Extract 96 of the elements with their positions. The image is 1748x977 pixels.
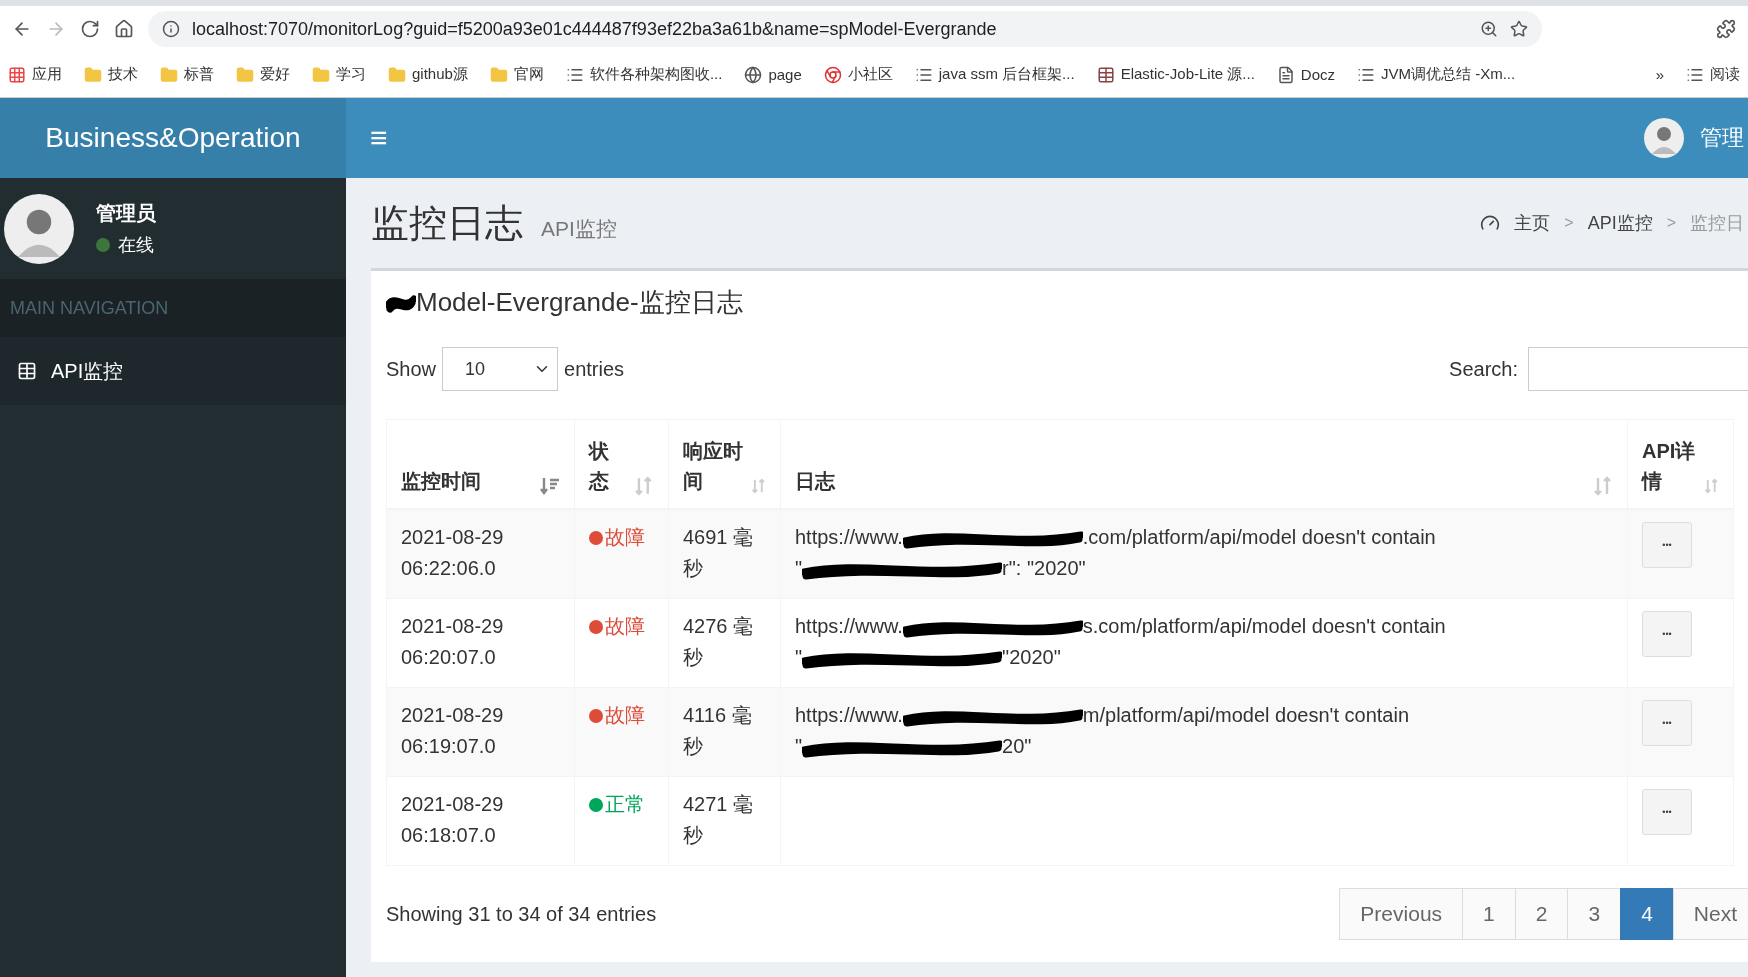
document-icon <box>1276 65 1295 84</box>
bookmark[interactable]: JVM调优总结 -Xm... <box>1357 65 1516 84</box>
star-icon[interactable] <box>1510 20 1528 38</box>
pagination-button[interactable]: 4 <box>1620 888 1674 940</box>
time-cell: 2021-08-29 06:22:06.0 <box>401 526 504 579</box>
response-time-cell: 4116 毫秒 <box>683 704 752 757</box>
folder-icon <box>388 65 406 84</box>
page-size-select[interactable]: 10 <box>442 347 559 391</box>
status-text: 正常 <box>605 792 645 817</box>
pagination-button[interactable]: 3 <box>1567 888 1622 940</box>
pagination-button[interactable]: 1 <box>1462 888 1516 940</box>
more-bookmarks[interactable]: » <box>1655 66 1664 83</box>
bookmark[interactable]: 标普 <box>160 65 214 84</box>
details-button[interactable]: ••• <box>1642 700 1692 746</box>
avatar <box>4 193 74 264</box>
status-text: 故障 <box>605 703 645 728</box>
bookmark[interactable]: java ssm 后台框架... <box>914 65 1075 84</box>
nav-section-header: MAIN NAVIGATION <box>0 279 346 337</box>
extensions-icon[interactable] <box>1716 19 1736 39</box>
bookmark[interactable]: Elastic-Job-Lite 源... <box>1096 65 1255 84</box>
box-title: Model-Evergrande-监控日志 <box>416 285 743 319</box>
show-label: Show <box>386 357 437 381</box>
user-status: 在线 <box>118 234 154 257</box>
details-button[interactable]: ••• <box>1642 611 1692 657</box>
response-time-cell: 4691 毫秒 <box>683 526 754 579</box>
status-text: 故障 <box>605 525 645 550</box>
address-bar[interactable]: localhost:7070/monitorLog?guid=f5200a93e01c444487f93ef22ba3a61b&name=spModel-Evergrande <box>148 11 1542 47</box>
time-cell: 2021-08-29 06:20:07.0 <box>401 615 504 668</box>
pagination-button[interactable]: 2 <box>1514 888 1569 940</box>
pagination-button[interactable]: Next <box>1672 888 1748 940</box>
nav-item[interactable]: API监控 <box>0 337 346 405</box>
app-logo[interactable]: Business&Operation <box>0 98 346 178</box>
apps-icon <box>8 65 26 84</box>
log-text: https://www. <box>795 703 903 728</box>
header-user-name[interactable]: 管理 <box>1700 123 1744 153</box>
table-info: Showing 31 to 34 of 34 entries <box>386 902 657 926</box>
details-button[interactable]: ••• <box>1642 789 1692 835</box>
log-text: " <box>795 645 803 670</box>
sort-descending-icon[interactable] <box>540 476 560 496</box>
search-field[interactable] <box>1528 347 1748 391</box>
folder-icon <box>160 65 178 84</box>
page-title: 监控日志 <box>371 201 523 244</box>
breadcrumb-link[interactable]: API监控 <box>1587 211 1653 235</box>
bookmark[interactable]: page <box>744 65 802 84</box>
table-icon <box>17 361 37 381</box>
response-time-cell: 4271 毫秒 <box>683 793 754 846</box>
breadcrumb-separator: > <box>1564 214 1574 232</box>
time-cell: 2021-08-29 06:18:07.0 <box>401 793 504 846</box>
zoom-icon[interactable] <box>1480 20 1498 38</box>
home-icon[interactable] <box>114 19 134 39</box>
menu-toggle[interactable]: ≡ <box>370 121 388 155</box>
browser-icon <box>823 65 842 84</box>
time-cell: 2021-08-29 06:19:07.0 <box>401 704 504 757</box>
breadcrumb-link[interactable]: 主页 <box>1514 211 1551 235</box>
reading-list[interactable]: 阅读 <box>1686 65 1740 84</box>
log-text: r": "2020" <box>1002 556 1086 581</box>
log-text: m/platform/api/model doesn't contain <box>1082 703 1410 728</box>
log-text: " <box>795 556 803 581</box>
user-name: 管理员 <box>96 201 156 226</box>
bookmark[interactable]: 学习 <box>312 65 366 84</box>
details-button[interactable]: ••• <box>1642 522 1692 568</box>
reload-icon[interactable] <box>80 19 100 39</box>
folder-icon <box>236 65 254 84</box>
column-header[interactable]: 监控时间 <box>401 466 481 496</box>
log-text: "2020" <box>1002 645 1061 670</box>
bookmark[interactable]: 官网 <box>489 65 544 84</box>
log-text: .com/platform/api/model doesn't contain <box>1082 525 1436 550</box>
breadcrumb-separator: > <box>1666 214 1676 232</box>
folder-icon <box>489 65 508 84</box>
entries-label: entries <box>564 357 625 381</box>
info-icon[interactable] <box>162 20 180 38</box>
page-subtitle: API监控 <box>541 216 617 240</box>
log-text: s.com/platform/api/model doesn't contain <box>1082 614 1446 639</box>
bookmark[interactable]: Docz <box>1276 65 1336 84</box>
bookmark[interactable]: 软件各种架构图收... <box>565 65 723 84</box>
globe-icon <box>744 65 763 84</box>
pagination-button[interactable]: Previous <box>1339 888 1464 940</box>
search-label: Search: <box>1449 357 1518 381</box>
url-text: localhost:7070/monitorLog?guid=f5200a93e01c444487f93ef22ba3a61b&name=spModel-Evergrande <box>192 18 998 40</box>
bookmark[interactable]: 爱好 <box>236 65 290 84</box>
folder-icon <box>84 65 102 84</box>
response-time-cell: 4276 毫秒 <box>683 615 754 668</box>
column-header[interactable]: 日志 <box>795 466 835 496</box>
dashboard-icon <box>1480 213 1501 233</box>
log-text: 20" <box>1002 734 1032 759</box>
bookmark[interactable]: github源 <box>388 65 468 84</box>
log-text: https://www. <box>795 525 903 550</box>
bookmark[interactable]: 应用 <box>8 65 62 84</box>
avatar <box>1644 118 1684 158</box>
log-text: https://www. <box>795 614 903 639</box>
bookmark[interactable]: 小社区 <box>823 65 893 84</box>
status-text: 故障 <box>605 614 645 639</box>
log-text: " <box>795 734 803 759</box>
online-dot <box>96 238 110 252</box>
bookmark[interactable]: 技术 <box>84 65 138 84</box>
folder-icon <box>312 65 330 84</box>
